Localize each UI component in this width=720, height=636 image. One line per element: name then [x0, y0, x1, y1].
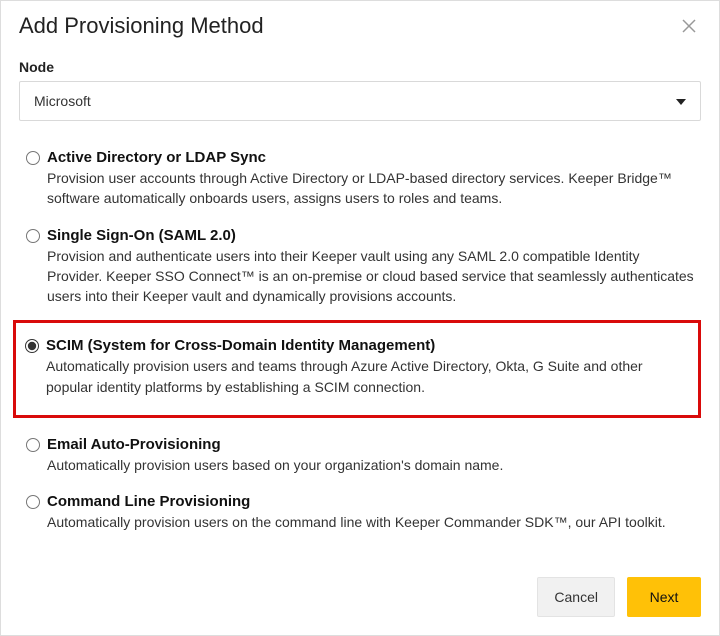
dialog-body: Node Microsoft Active Directory or LDAP … [1, 47, 719, 561]
provisioning-option[interactable]: Email Auto-Provisioning Automatically pro… [19, 428, 701, 485]
dialog-footer: Cancel Next [1, 561, 719, 635]
add-provisioning-dialog: Add Provisioning Method Node Microsoft A… [0, 0, 720, 636]
option-description: Provision and authenticate users into th… [47, 246, 697, 307]
option-title: SCIM (System for Cross-Domain Identity M… [46, 337, 686, 354]
next-button[interactable]: Next [627, 577, 701, 617]
provisioning-radio[interactable] [26, 495, 40, 509]
provisioning-radio[interactable] [26, 151, 40, 165]
radio-col [18, 337, 46, 353]
radio-col [19, 436, 47, 452]
option-text: Command Line Provisioning Automatically p… [47, 493, 697, 532]
option-text: SCIM (System for Cross-Domain Identity M… [46, 337, 686, 397]
option-description: Automatically provision users and teams … [46, 356, 686, 397]
provisioning-option[interactable]: SCIM (System for Cross-Domain Identity M… [18, 329, 690, 407]
provisioning-radio[interactable] [26, 438, 40, 452]
option-title: Single Sign-On (SAML 2.0) [47, 227, 697, 244]
option-text: Email Auto-Provisioning Automatically pro… [47, 436, 697, 475]
close-icon [681, 18, 697, 34]
option-title: Command Line Provisioning [47, 493, 697, 510]
cancel-button[interactable]: Cancel [537, 577, 615, 617]
option-title: Active Directory or LDAP Sync [47, 149, 697, 166]
options-list: Active Directory or LDAP Sync Provision u… [19, 141, 701, 543]
provisioning-radio[interactable] [25, 339, 39, 353]
provisioning-radio[interactable] [26, 229, 40, 243]
close-button[interactable] [677, 14, 701, 38]
highlighted-option-box: SCIM (System for Cross-Domain Identity M… [13, 320, 701, 418]
radio-col [19, 149, 47, 165]
dialog-title: Add Provisioning Method [19, 13, 264, 39]
option-description: Automatically provision users on the com… [47, 512, 697, 532]
option-description: Automatically provision users based on y… [47, 455, 697, 475]
chevron-down-icon [676, 92, 686, 110]
option-title: Email Auto-Provisioning [47, 436, 697, 453]
dialog-header: Add Provisioning Method [1, 1, 719, 47]
node-select[interactable]: Microsoft [19, 81, 701, 121]
provisioning-option[interactable]: Command Line Provisioning Automatically p… [19, 485, 701, 542]
radio-col [19, 227, 47, 243]
node-select-value: Microsoft [34, 93, 676, 109]
node-label: Node [19, 59, 701, 75]
option-text: Single Sign-On (SAML 2.0) Provision and a… [47, 227, 697, 307]
provisioning-option[interactable]: Active Directory or LDAP Sync Provision u… [19, 141, 701, 219]
radio-col [19, 493, 47, 509]
option-description: Provision user accounts through Active D… [47, 168, 697, 209]
provisioning-option[interactable]: Single Sign-On (SAML 2.0) Provision and a… [19, 219, 701, 317]
option-text: Active Directory or LDAP Sync Provision u… [47, 149, 697, 209]
